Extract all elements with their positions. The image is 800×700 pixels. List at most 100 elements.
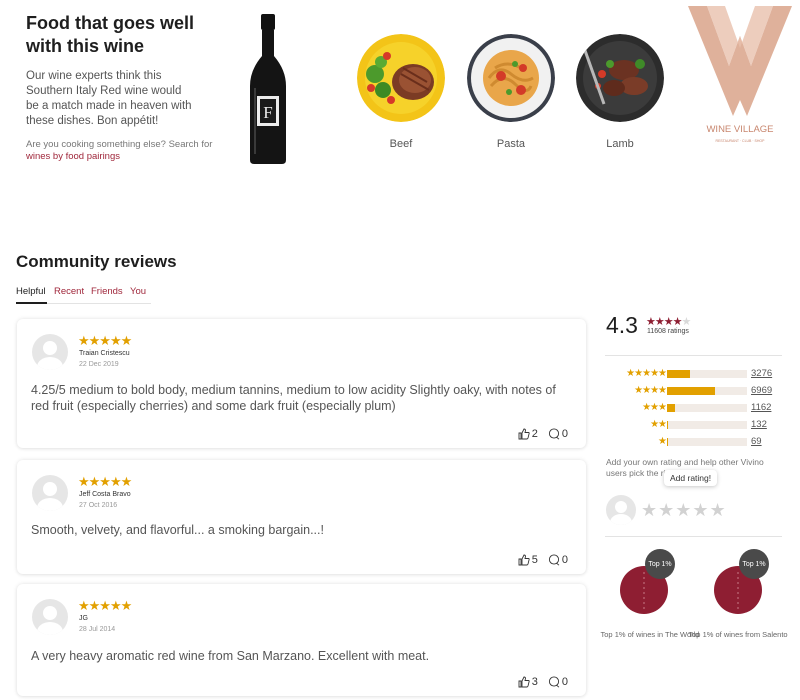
rating-distribution-row: ★★★★★ 3276 bbox=[605, 368, 777, 380]
review-tabs: Helpful Recent Friends You bbox=[16, 286, 151, 304]
rating-distribution-row: ★★★ 1162 bbox=[605, 402, 777, 414]
dish-beef[interactable]: Beef bbox=[356, 34, 446, 150]
comment-button[interactable]: 0 bbox=[548, 554, 568, 566]
reviewer-name[interactable]: JG bbox=[79, 615, 88, 622]
review-stars: ★★★★★ bbox=[78, 333, 132, 348]
review-card: ★★★★★ Jeff Costa Bravo 27 Oct 2016 Smoot… bbox=[17, 460, 586, 574]
avatar-icon[interactable] bbox=[32, 334, 68, 370]
badge-label: Top 1% of wines from Salento bbox=[688, 630, 788, 639]
tab-you[interactable]: You bbox=[130, 286, 146, 297]
avatar-icon[interactable] bbox=[32, 599, 68, 635]
logo-tagline: RESTAURANT · CLUB · SHOP bbox=[716, 139, 766, 143]
food-cta-text: Are you cooking something else? Search f… bbox=[26, 139, 213, 150]
like-button[interactable]: 5 bbox=[518, 554, 538, 566]
reviewer-name[interactable]: Traian Cristescu bbox=[79, 350, 130, 357]
food-pairing-cta: Are you cooking something else? Search f… bbox=[26, 139, 216, 163]
divider bbox=[605, 536, 782, 537]
dish-label-pasta: Pasta bbox=[496, 138, 526, 150]
star-icon: ★★★★★ bbox=[78, 598, 132, 613]
dish-pasta[interactable]: Pasta bbox=[466, 34, 556, 150]
comment-button[interactable]: 0 bbox=[548, 676, 568, 688]
dish-label-lamb: Lamb bbox=[606, 138, 634, 150]
bottle-label-letter: F bbox=[263, 103, 272, 122]
beef-plate-icon bbox=[357, 34, 445, 122]
like-count: 2 bbox=[531, 428, 538, 440]
dish-lamb[interactable]: Lamb bbox=[575, 34, 665, 150]
food-pairing-description: Our wine experts think this Southern Ita… bbox=[26, 70, 192, 127]
like-count: 3 bbox=[531, 676, 538, 688]
distribution-bar-fill bbox=[667, 404, 675, 412]
star-icon: ★★★★★ bbox=[78, 333, 132, 348]
review-date: 27 Oct 2016 bbox=[79, 502, 118, 509]
distribution-count[interactable]: 1162 bbox=[751, 402, 771, 414]
distribution-count[interactable]: 3276 bbox=[751, 368, 772, 380]
badge-tag: Top 1% bbox=[742, 561, 765, 568]
distribution-bar bbox=[667, 438, 747, 446]
review-actions: 2 0 bbox=[518, 428, 568, 440]
food-pairing-title: Food that goes well with this wine bbox=[26, 13, 195, 56]
divider bbox=[605, 355, 782, 356]
comment-count: 0 bbox=[561, 676, 568, 688]
rate-stars-input[interactable]: ★★★★★ bbox=[641, 500, 727, 521]
like-button[interactable]: 2 bbox=[518, 428, 538, 440]
comment-button[interactable]: 0 bbox=[548, 428, 568, 440]
rating-distribution-row: ★★★★ 6969 bbox=[605, 385, 777, 397]
comment-icon bbox=[548, 676, 560, 688]
review-stars: ★★★★★ bbox=[78, 474, 132, 489]
review-actions: 5 0 bbox=[518, 554, 568, 566]
review-date: 22 Dec 2019 bbox=[79, 361, 119, 368]
like-button[interactable]: 3 bbox=[518, 676, 538, 688]
logo-name: WINE VILLAGE bbox=[706, 124, 773, 135]
rating-count: 11608 ratings bbox=[647, 328, 689, 335]
distribution-stars: ★★★ bbox=[642, 402, 667, 413]
comment-count: 0 bbox=[561, 428, 568, 440]
review-date: 28 Jul 2014 bbox=[79, 626, 116, 633]
avatar-icon[interactable] bbox=[32, 475, 68, 511]
distribution-bar bbox=[667, 370, 747, 378]
distribution-bar-fill bbox=[667, 438, 668, 446]
like-count: 5 bbox=[531, 554, 538, 566]
distribution-bar bbox=[667, 404, 747, 412]
wine-bottle-icon: F bbox=[250, 14, 286, 164]
review-text: Smooth, velvety, and flavorful... a smok… bbox=[31, 523, 324, 537]
review-stars: ★★★★★ bbox=[78, 598, 132, 613]
distribution-bar bbox=[667, 387, 747, 395]
comment-icon bbox=[548, 554, 560, 566]
reviewer-name[interactable]: Jeff Costa Bravo bbox=[79, 491, 131, 498]
distribution-bar-fill bbox=[667, 370, 691, 378]
wine-glass-badge-icon: Top 1% bbox=[714, 549, 769, 614]
distribution-stars: ★★ bbox=[650, 419, 667, 430]
rating-distribution-row: ★★ 132 bbox=[605, 419, 777, 431]
add-rating-tooltip: Add rating! bbox=[664, 470, 718, 486]
review-actions: 3 0 bbox=[518, 676, 568, 688]
rating-distribution-row: ★ 69 bbox=[605, 436, 777, 448]
food-pairings-link[interactable]: wines by food pairings bbox=[26, 151, 120, 162]
distribution-count[interactable]: 6969 bbox=[751, 385, 772, 397]
distribution-bar-fill bbox=[667, 421, 669, 429]
distribution-stars: ★ bbox=[658, 436, 667, 447]
review-text: 4.25/5 medium to bold body, medium tanni… bbox=[31, 383, 556, 413]
tab-recent[interactable]: Recent bbox=[54, 286, 84, 297]
comment-icon bbox=[548, 428, 560, 440]
star-icon: ★★★★★ bbox=[78, 474, 132, 489]
distribution-count[interactable]: 132 bbox=[751, 419, 767, 431]
distribution-count[interactable]: 69 bbox=[751, 436, 762, 448]
comment-count: 0 bbox=[561, 554, 568, 566]
thumbs-up-icon bbox=[518, 428, 530, 440]
thumbs-up-icon bbox=[518, 554, 530, 566]
average-rating: 4.3 bbox=[606, 312, 638, 338]
tab-helpful[interactable]: Helpful bbox=[16, 286, 46, 297]
distribution-stars: ★★★★ bbox=[634, 385, 667, 396]
wine-village-logo: WINE VILLAGE RESTAURANT · CLUB · SHOP bbox=[688, 6, 792, 143]
review-card: ★★★★★ JG 28 Jul 2014 A very heavy aromat… bbox=[17, 584, 586, 696]
distribution-stars: ★★★★★ bbox=[626, 368, 667, 379]
distribution-bar-fill bbox=[667, 387, 715, 395]
badge-region: Top 1% bbox=[698, 548, 778, 626]
community-reviews-title: Community reviews bbox=[16, 252, 177, 271]
tab-friends[interactable]: Friends bbox=[91, 286, 123, 297]
user-avatar-icon bbox=[606, 495, 636, 525]
average-rating-stars: ★★★★★ bbox=[646, 316, 691, 328]
distribution-bar bbox=[667, 421, 747, 429]
active-tab-indicator bbox=[16, 302, 47, 304]
review-card: ★★★★★ Traian Cristescu 22 Dec 2019 4.25/… bbox=[17, 319, 586, 448]
